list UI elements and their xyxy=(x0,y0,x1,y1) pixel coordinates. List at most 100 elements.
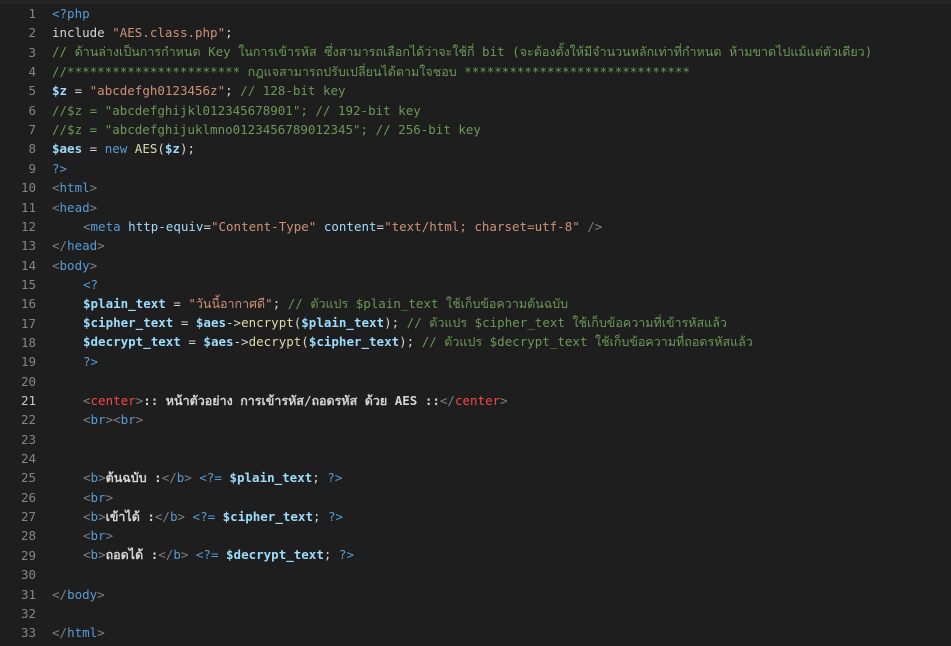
code-token: <?= xyxy=(192,508,223,524)
line-code: <b>เข้าได้ :</b> <?= $cipher_text; ?> xyxy=(52,507,343,527)
code-token: "Content-Type" xyxy=(210,218,317,234)
code-token: > xyxy=(98,469,106,485)
code-token: < xyxy=(83,528,91,544)
code-token: < xyxy=(83,412,91,428)
code-line[interactable]: 31 </body> xyxy=(0,585,951,604)
line-code: <b>ต้นฉบับ :</b> <?= $plain_text; ?> xyxy=(52,468,342,488)
code-token: br xyxy=(120,412,136,428)
code-token: ?> xyxy=(52,160,68,176)
code-token: b xyxy=(90,469,99,485)
code-line[interactable]: 3 // ด้านล่างเป็นการกำหนด Key ในการเข้ารห… xyxy=(0,43,951,62)
line-number: 23 xyxy=(20,431,36,447)
code-token: b xyxy=(90,508,99,524)
code-line[interactable]: 12 <meta http-equiv="Content-Type" conten… xyxy=(0,217,951,236)
code-token: > xyxy=(97,625,105,641)
code-line[interactable]: 8 $aes = new AES($z); xyxy=(0,139,951,158)
code-line[interactable]: 11 <head> xyxy=(0,198,951,217)
line-number: 3 xyxy=(28,44,36,60)
line-code: </html> xyxy=(52,625,105,640)
code-token: > xyxy=(105,489,114,505)
line-number: 29 xyxy=(20,547,36,563)
code-token: $cipher_text xyxy=(308,334,400,350)
line-number: 33 xyxy=(20,625,36,641)
code-token: > xyxy=(105,528,114,544)
code-token: ; xyxy=(225,83,241,99)
code-token: > xyxy=(97,586,105,602)
code-token: < xyxy=(52,180,60,196)
line-code: ?> xyxy=(52,161,67,176)
line-number: 8 xyxy=(28,141,36,157)
code-token: >< xyxy=(105,412,121,428)
code-line[interactable]: 29 <b>ถอดได้ :</b> <?= $decrypt_text; ?> xyxy=(0,546,951,565)
code-line[interactable]: 22 <br><br> xyxy=(0,410,951,429)
code-line[interactable]: 9 ?> xyxy=(0,159,951,178)
code-token: < xyxy=(83,469,91,485)
code-token: <?= xyxy=(199,469,230,485)
code-token: body xyxy=(59,257,90,273)
code-line[interactable]: 21 <center>:: หน้าตัวอย่าง การเข้ารหัส/ถอ… xyxy=(0,391,951,410)
code-line[interactable]: 30 xyxy=(0,565,951,584)
code-line[interactable]: 1 <?php xyxy=(0,4,951,23)
code-line[interactable]: 13 </head> xyxy=(0,236,951,255)
code-token: </ xyxy=(161,469,177,485)
code-token: http-equiv xyxy=(128,218,204,234)
code-token: content xyxy=(323,218,377,234)
code-line[interactable]: 19 ?> xyxy=(0,352,951,371)
code-token: // ด้านล่างเป็นการกำหนด Key ในการเข้ารหั… xyxy=(52,44,873,60)
code-line[interactable]: 28 <br> xyxy=(0,526,951,545)
code-token: body xyxy=(67,586,98,602)
code-token: ); xyxy=(179,141,196,157)
code-line[interactable]: 23 xyxy=(0,430,951,449)
code-line[interactable]: 26 <br> xyxy=(0,488,951,507)
code-token: b xyxy=(173,547,181,563)
code-line[interactable]: 18 $decrypt_text = $aes->decrypt($cipher_… xyxy=(0,333,951,352)
code-token: ); xyxy=(384,315,407,331)
code-token: // ตัวแปร $decrypt_text ใช้เก็บข้อความที… xyxy=(421,334,753,350)
line-number: 10 xyxy=(20,180,36,196)
code-editor[interactable]: 1 <?php 2 include "AES.class.php"; 3 // ด้านล… xyxy=(0,0,951,646)
code-line[interactable]: 17 $cipher_text = $aes->encrypt($plain_te… xyxy=(0,314,951,333)
code-token: ?> xyxy=(338,547,354,563)
code-token: < xyxy=(83,489,91,505)
line-code: </body> xyxy=(52,587,105,602)
code-line[interactable]: 16 $plain_text = "วันนี้อากาศดี"; // ตัวแ… xyxy=(0,294,951,313)
code-token: <? xyxy=(83,276,99,292)
line-number: 32 xyxy=(20,605,36,621)
code-token: $aes xyxy=(195,315,226,331)
code-token: > xyxy=(500,392,508,408)
code-token: //*********************** กฎแจสามารถปรับ… xyxy=(52,63,690,79)
code-line[interactable]: 5 $z = "abcdefgh0123456z"; // 128-bit key xyxy=(0,81,951,100)
code-line[interactable]: 24 xyxy=(0,449,951,468)
code-line[interactable]: 7 //$z = "abcdefghijuklmno012345678901234… xyxy=(0,120,951,139)
code-token: > xyxy=(180,547,196,563)
code-token: html xyxy=(67,625,98,641)
code-line[interactable]: 20 xyxy=(0,372,951,391)
code-line[interactable]: 14 <body> xyxy=(0,256,951,275)
code-token: ต้นฉบับ : xyxy=(105,469,162,485)
code-token: < xyxy=(83,508,91,524)
line-code: <?php xyxy=(52,6,90,21)
code-token: //$z = "abcdefghijkl012345678901"; // 19… xyxy=(52,102,421,118)
code-token: > xyxy=(89,180,98,196)
line-number: 5 xyxy=(28,83,36,99)
code-line[interactable]: 27 <b>เข้าได้ :</b> <?= $cipher_text; ?> xyxy=(0,507,951,526)
line-code: $cipher_text = $aes->encrypt($plain_text… xyxy=(52,313,727,333)
code-token: center xyxy=(90,392,136,408)
line-number: 14 xyxy=(20,257,36,273)
code-line[interactable]: 4 //*********************** กฎแจสามารถปรั… xyxy=(0,62,951,81)
line-code: </head> xyxy=(52,238,105,253)
code-line[interactable]: 2 include "AES.class.php"; xyxy=(0,23,951,42)
code-line[interactable]: 10 <html> xyxy=(0,178,951,197)
code-line[interactable]: 15 <? xyxy=(0,275,951,294)
code-token: > xyxy=(177,508,193,524)
code-line[interactable]: 33 </html> xyxy=(0,623,951,642)
code-line[interactable]: 32 xyxy=(0,604,951,623)
code-line[interactable]: 6 //$z = "abcdefghijkl012345678901"; // 1… xyxy=(0,101,951,120)
line-number: 31 xyxy=(20,586,36,602)
line-number: 27 xyxy=(20,509,36,525)
code-token: br xyxy=(90,489,106,505)
code-token: new xyxy=(104,141,135,157)
code-line[interactable]: 25 <b>ต้นฉบับ :</b> <?= $plain_text; ?> xyxy=(0,468,951,487)
code-token: -> xyxy=(233,334,249,350)
